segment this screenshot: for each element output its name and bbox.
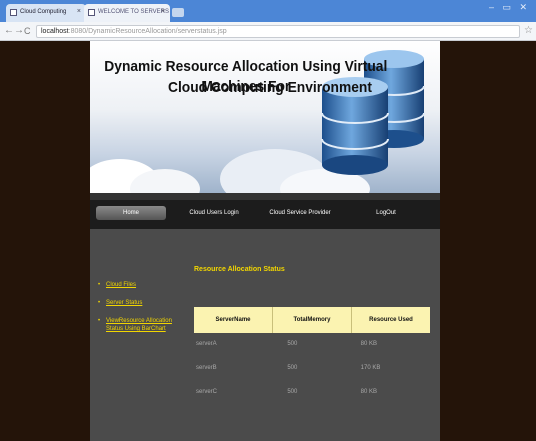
nav-home[interactable]: Home [96, 206, 166, 220]
content-area: Cloud Files Server Status ViewResource A… [90, 229, 440, 441]
page-icon [10, 9, 17, 16]
cell-resource-used: 80 KB [360, 389, 378, 395]
page-background: Dynamic Resource Allocation Using Virtua… [0, 41, 536, 441]
reload-icon[interactable]: C [24, 26, 31, 36]
url-host: localhost [41, 28, 69, 35]
sidebar-link-view-allocation-barchart[interactable]: ViewResource Allocation Status Using Bar… [98, 317, 184, 333]
column-header-server-name: ServerName [194, 307, 273, 333]
nav-logout[interactable]: LogOut [366, 210, 406, 216]
browser-tab-strip: Cloud Computing × WELCOME TO SERVERS × –… [0, 0, 536, 22]
cell-resource-used: 170 KB [360, 365, 381, 371]
sidebar-link-server-status[interactable]: Server Status [98, 299, 184, 307]
nav-cloud-users-login[interactable]: Cloud Users Login [184, 210, 244, 216]
table-row: serverA 500 80 KB [194, 333, 430, 357]
cell-total-memory: 500 [287, 365, 298, 371]
browser-tab-welcome[interactable]: WELCOME TO SERVERS × [84, 4, 170, 22]
nav-cloud-service-provider[interactable]: Cloud Service Provider [265, 210, 335, 216]
cell-server-name: serverA [196, 341, 217, 347]
close-tab-icon[interactable]: × [161, 8, 165, 15]
new-tab-button[interactable] [172, 8, 184, 17]
tab-label: WELCOME TO SERVERS [98, 9, 170, 15]
back-arrow-icon[interactable]: ← [4, 25, 14, 36]
column-header-total-memory: TotalMemory [273, 307, 352, 333]
close-tab-icon[interactable]: × [77, 8, 81, 15]
column-header-resource-used: Resource Used [369, 317, 413, 323]
cell-server-name: serverC [196, 389, 218, 395]
table-row: serverC 500 80 KB [194, 381, 430, 405]
page-icon [88, 9, 95, 16]
sidebar: Cloud Files Server Status ViewResource A… [98, 281, 184, 343]
sidebar-link-cloud-files[interactable]: Cloud Files [98, 281, 184, 289]
site-title-line-2: Cloud Computing Environment [168, 79, 372, 96]
url-path: :8080/DynamicResourceAllocation/serverst… [68, 28, 227, 35]
cell-total-memory: 500 [287, 341, 298, 347]
window-controls[interactable]: – ▭ ✕ [489, 2, 530, 13]
cell-total-memory: 500 [287, 389, 298, 395]
forward-arrow-icon[interactable]: → [14, 25, 24, 36]
page-title: Resource Allocation Status [194, 266, 285, 273]
cell-resource-used: 80 KB [360, 341, 378, 347]
browser-toolbar: ← → C localhost:8080/DynamicResourceAllo… [0, 22, 536, 41]
site-container: Dynamic Resource Allocation Using Virtua… [90, 41, 440, 441]
table-row: serverB 500 170 KB [194, 357, 430, 381]
bookmark-star-icon[interactable]: ☆ [524, 25, 533, 36]
header-banner: Dynamic Resource Allocation Using Virtua… [90, 41, 440, 193]
resource-allocation-table: ServerName TotalMemory Resource Used ser… [194, 307, 430, 405]
table-header-row: ServerName TotalMemory Resource Used [194, 307, 430, 333]
cell-server-name: serverB [196, 365, 217, 371]
tab-label: Cloud Computing [20, 9, 67, 15]
main-nav: Home Cloud Users Login Cloud Service Pro… [90, 193, 440, 229]
browser-tab-cloud-computing[interactable]: Cloud Computing × [6, 4, 86, 22]
address-bar[interactable]: localhost:8080/DynamicResourceAllocation… [36, 25, 520, 38]
